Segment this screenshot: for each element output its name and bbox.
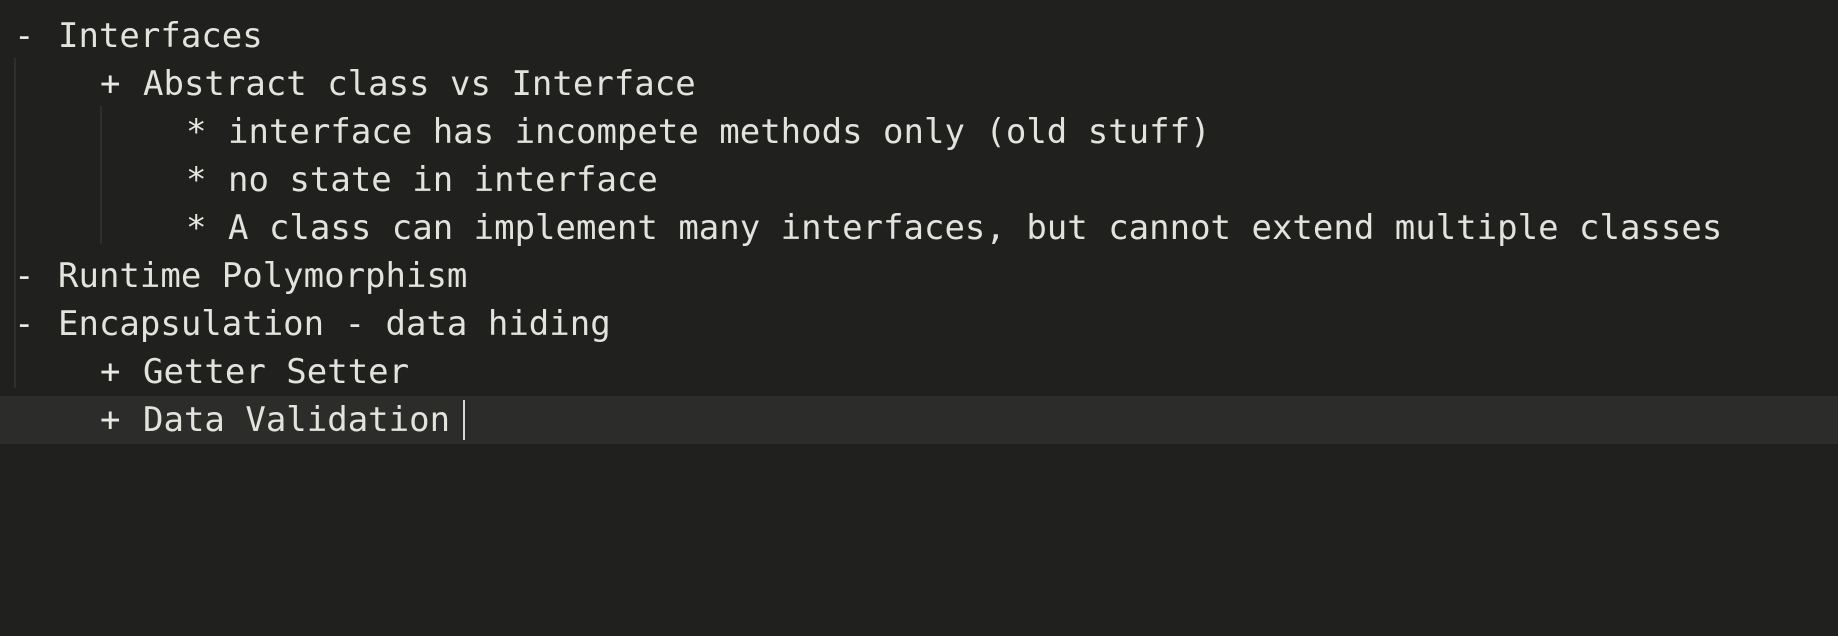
editor-line[interactable]: * no state in interface — [0, 156, 1838, 204]
text-cursor — [463, 400, 465, 440]
line-text: Encapsulation - data hiding — [58, 304, 611, 344]
editor-line-current[interactable]: + Data Validation — [0, 396, 1838, 444]
editor-line[interactable]: * interface has incompete methods only (… — [0, 108, 1838, 156]
list-marker: - — [14, 304, 35, 344]
line-text: Runtime Polymorphism — [58, 256, 468, 296]
list-marker: * — [186, 160, 207, 200]
editor-line[interactable]: - Interfaces — [0, 12, 1838, 60]
editor-line[interactable]: + Abstract class vs Interface — [0, 60, 1838, 108]
list-marker: * — [186, 208, 207, 248]
list-marker: + — [100, 352, 121, 392]
list-marker: * — [186, 112, 207, 152]
line-text: Data Validation — [143, 400, 451, 440]
line-text: A class can implement many interfaces, b… — [228, 208, 1723, 248]
list-marker: - — [14, 256, 35, 296]
text-editor[interactable]: - Interfaces + Abstract class vs Interfa… — [0, 0, 1838, 482]
list-marker: - — [14, 16, 35, 56]
line-text: Interfaces — [58, 16, 263, 56]
line-text: Abstract class vs Interface — [143, 64, 696, 104]
list-marker: + — [100, 64, 121, 104]
line-text: no state in interface — [228, 160, 658, 200]
list-marker: + — [100, 400, 121, 440]
editor-line[interactable]: * A class can implement many interfaces,… — [0, 204, 1838, 252]
line-text: interface has incompete methods only (ol… — [228, 112, 1211, 152]
editor-line[interactable]: - Encapsulation - data hiding — [0, 300, 1838, 348]
editor-line[interactable]: + Getter Setter — [0, 348, 1838, 396]
editor-line[interactable]: - Runtime Polymorphism — [0, 252, 1838, 300]
line-text: Getter Setter — [143, 352, 410, 392]
